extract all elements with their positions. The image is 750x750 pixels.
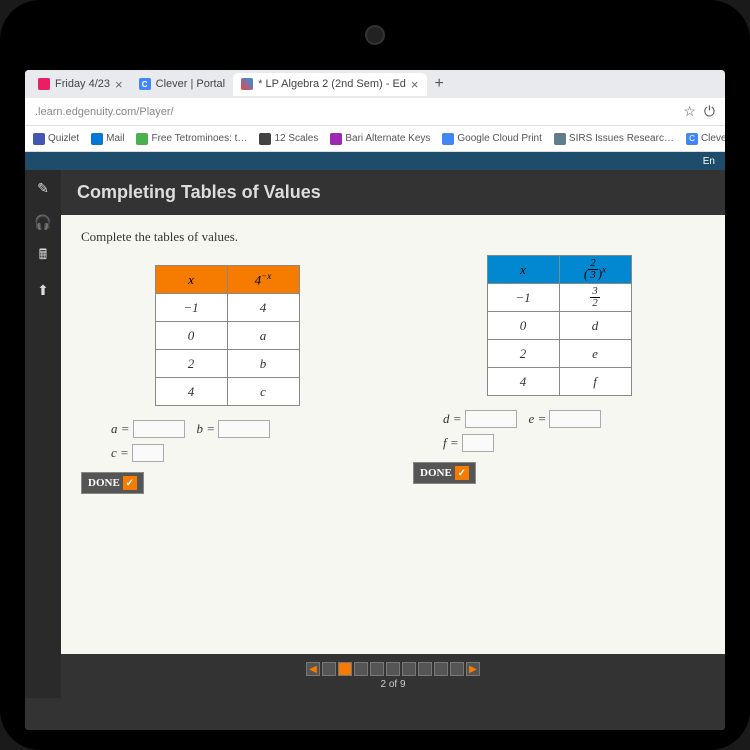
browser-tabs-bar: Friday 4/23 × C Clever | Portal * LP Alg… [25,70,725,98]
pager-page-6[interactable] [402,662,416,676]
cell-y: b [227,350,299,378]
input-c-field[interactable] [132,444,164,462]
bookmark-icon [136,133,148,145]
bookmark-quizlet[interactable]: Quizlet [30,131,82,147]
table-blue: x (23)x −132 0d 2e 4f [487,255,632,396]
input-f: f = [443,434,494,452]
table-header-x: x [155,266,227,294]
bookmark-icon [91,133,103,145]
lesson-title: Completing Tables of Values [61,170,725,215]
tab-label: * LP Algebra 2 (2nd Sem) - Ed [258,78,406,90]
close-icon[interactable]: × [115,77,123,92]
input-b-field[interactable] [218,420,270,438]
cell-x: 0 [155,322,227,350]
pager-page-4[interactable] [370,662,384,676]
new-tab-button[interactable]: + [427,75,452,93]
input-c: c = [111,444,164,462]
bookmark-icon: C [686,133,698,145]
calculator-icon[interactable]: 🖩 [33,246,53,266]
bookmark-icon [259,133,271,145]
bookmark-cloud-print[interactable]: Google Cloud Print [439,131,545,147]
pager-next[interactable]: ▶ [466,662,480,676]
cell-y: 4 [227,294,299,322]
pager-prev[interactable]: ◀ [306,662,320,676]
bookmark-icon [554,133,566,145]
bookmark-clever[interactable]: CClever | Portal [683,131,725,147]
table-header-fx: 4−x [227,266,299,294]
cell-y: e [559,340,631,368]
tab-icon [241,78,253,90]
input-a-field[interactable] [133,420,185,438]
pager-page-1[interactable] [322,662,336,676]
lesson-prompt: Complete the tables of values. [81,229,705,245]
close-icon[interactable]: × [411,77,419,92]
language-indicator[interactable]: En [703,156,715,167]
tab-label: Friday 4/23 [55,78,110,90]
table-orange: x 4−x −14 0a 2b 4c [155,265,300,406]
headphones-icon[interactable]: 🎧 [33,212,53,232]
pager-page-9[interactable] [450,662,464,676]
cell-x: 4 [155,378,227,406]
bookmark-bari[interactable]: Bari Alternate Keys [327,131,433,147]
pager-page-7[interactable] [418,662,432,676]
tab-icon [38,78,50,90]
input-a: a = [111,420,185,438]
cell-x: 2 [487,340,559,368]
done-button[interactable]: DONE ✓ [413,462,476,484]
bookmark-sirs[interactable]: SIRS Issues Researc… [551,131,677,147]
table-header-fx: (23)x [559,256,631,284]
bookmark-tetrominoes[interactable]: Free Tetrominoes: t… [133,131,250,147]
check-icon: ✓ [455,466,469,480]
tab-clever[interactable]: C Clever | Portal [131,74,234,94]
bookmarks-bar: Quizlet Mail Free Tetrominoes: t… 12 Sca… [25,126,725,152]
bookmark-mail[interactable]: Mail [88,131,127,147]
device-camera [365,25,385,45]
table-header-x: x [487,256,559,284]
input-d-field[interactable] [465,410,517,428]
pager-text: 2 of 9 [380,679,405,690]
cell-x: 4 [487,368,559,396]
pager-page-3[interactable] [354,662,368,676]
check-icon: ✓ [123,476,137,490]
dock [25,698,725,730]
pager-page-2[interactable] [338,662,352,676]
pager-bar: ◀ ▶ 2 of 9 [61,654,725,698]
tab-label: Clever | Portal [156,78,226,90]
input-e: e = [529,410,602,428]
done-button[interactable]: DONE ✓ [81,472,144,494]
cell-y: a [227,322,299,350]
input-d: d = [443,410,517,428]
power-icon[interactable]: ⏻ [704,103,715,120]
input-f-field[interactable] [462,434,494,452]
app-top-bar: En [25,152,725,170]
cell-x: 2 [155,350,227,378]
cell-y: 32 [559,284,631,312]
bookmark-icon [33,133,45,145]
tab-icon: C [139,78,151,90]
input-e-field[interactable] [549,410,601,428]
cell-y: c [227,378,299,406]
tab-friday[interactable]: Friday 4/23 × [30,73,131,96]
cell-y: d [559,312,631,340]
url-text: .learn.edgenuity.com/Player/ [35,106,683,118]
bookmark-scales[interactable]: 12 Scales [256,131,321,147]
input-b: b = [197,420,271,438]
cell-x: −1 [487,284,559,312]
cell-x: −1 [155,294,227,322]
bookmark-icon [442,133,454,145]
pencil-icon[interactable]: ✎ [33,178,53,198]
bookmark-icon [330,133,342,145]
cell-x: 0 [487,312,559,340]
up-arrow-icon[interactable]: ⬆ [33,280,53,300]
address-bar[interactable]: .learn.edgenuity.com/Player/ ☆ ⏻ [25,98,725,126]
sidebar: ✎ 🎧 🖩 ⬆ [25,170,61,698]
tab-edgenuity[interactable]: * LP Algebra 2 (2nd Sem) - Ed × [233,73,426,96]
cell-y: f [559,368,631,396]
star-icon[interactable]: ☆ [683,103,696,120]
pager-page-5[interactable] [386,662,400,676]
pager-page-8[interactable] [434,662,448,676]
